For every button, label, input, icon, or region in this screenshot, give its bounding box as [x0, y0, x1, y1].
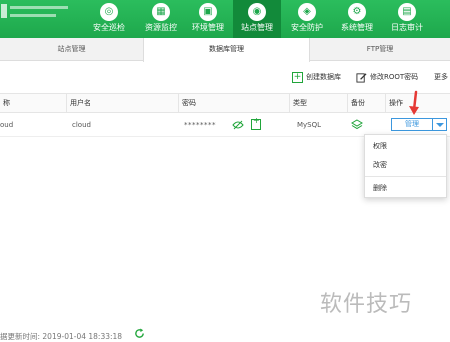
menu-item-delete[interactable]: 删除 — [373, 183, 387, 193]
cell-type: MySQL — [297, 121, 322, 129]
top-nav-bar: ◎ 安全巡检 ▦ 资源监控 ▣ 环境管理 ◉ 站点管理 ◈ 安全防护 ⚙ 系统管… — [0, 0, 450, 38]
nav-item-environment[interactable]: ▣ 环境管理 — [183, 0, 233, 38]
refresh-icon[interactable] — [134, 328, 145, 339]
gear-icon: ⚙ — [348, 3, 366, 21]
nav-item-security-protection[interactable]: ◈ 安全防护 — [283, 0, 331, 38]
nav-item-label: 日志审计 — [391, 23, 423, 32]
create-database-button[interactable]: + 创建数据库 — [292, 71, 341, 84]
column-header-username: 用户名 — [66, 94, 178, 113]
menu-divider — [365, 176, 446, 177]
tab-site-management[interactable]: 站点管理 — [0, 38, 143, 61]
column-header-backup: 备份 — [347, 94, 385, 113]
backup-icon[interactable] — [351, 119, 363, 131]
log-icon: ▤ — [398, 3, 416, 21]
column-header-password: 密码 — [178, 94, 289, 113]
nav-item-label: 环境管理 — [192, 23, 224, 32]
last-updated-text: 据更新时间: 2019-01-04 18:33:18 — [0, 332, 123, 341]
copy-password-icon[interactable] — [251, 116, 261, 130]
create-database-label: 创建数据库 — [306, 73, 341, 81]
edit-icon — [356, 72, 367, 83]
nav-item-label: 安全巡检 — [93, 23, 125, 32]
menu-item-permissions[interactable]: 权限 — [373, 141, 387, 151]
tab-database-management[interactable]: 数据库管理 — [143, 38, 310, 62]
change-root-password-button[interactable]: 修改ROOT密码 — [356, 71, 418, 84]
tab-ftp-management[interactable]: FTP管理 — [310, 38, 450, 61]
manage-button[interactable]: 管理 — [391, 118, 433, 131]
shield-icon: ◈ — [298, 3, 316, 21]
more-button[interactable]: 更多 — [434, 71, 448, 84]
column-header-type: 类型 — [289, 94, 347, 113]
nav-item-label: 安全防护 — [291, 23, 323, 32]
nav-item-resource-monitor[interactable]: ▦ 资源监控 — [135, 0, 187, 38]
cell-password: ******** — [184, 121, 216, 129]
watermark: 软件技巧 — [320, 292, 413, 317]
globe-icon: ◉ — [248, 3, 266, 21]
nav-item-system-management[interactable]: ⚙ 系统管理 — [333, 0, 381, 38]
nav-item-log-audit[interactable]: ▤ 日志审计 — [383, 0, 431, 38]
show-password-icon[interactable] — [232, 120, 244, 130]
nav-item-label: 系统管理 — [341, 23, 373, 32]
nav-item-label: 站点管理 — [241, 23, 273, 32]
inspection-icon: ◎ — [100, 3, 118, 21]
column-header-name: 称 — [3, 99, 10, 107]
manage-dropdown-toggle[interactable] — [433, 118, 447, 131]
brand-logo — [0, 0, 80, 38]
manage-dropdown-menu: 权限 改密 删除 — [364, 134, 447, 198]
nav-item-security-inspection[interactable]: ◎ 安全巡检 — [83, 0, 135, 38]
tab-bar: 站点管理 数据库管理 FTP管理 — [0, 38, 450, 62]
table-header: 称 用户名 密码 类型 备份 操作 — [0, 93, 450, 113]
nav-item-label: 资源监控 — [145, 23, 177, 32]
cell-name: oud — [0, 121, 14, 129]
menu-item-change-password[interactable]: 改密 — [373, 160, 387, 170]
cell-username: cloud — [72, 121, 91, 129]
monitor-icon: ▦ — [152, 3, 170, 21]
plus-icon: + — [292, 71, 303, 83]
environment-icon: ▣ — [199, 3, 217, 21]
change-root-password-label: 修改ROOT密码 — [370, 73, 419, 81]
nav-item-site-management[interactable]: ◉ 站点管理 — [233, 0, 281, 38]
column-header-action: 操作 — [385, 94, 450, 113]
